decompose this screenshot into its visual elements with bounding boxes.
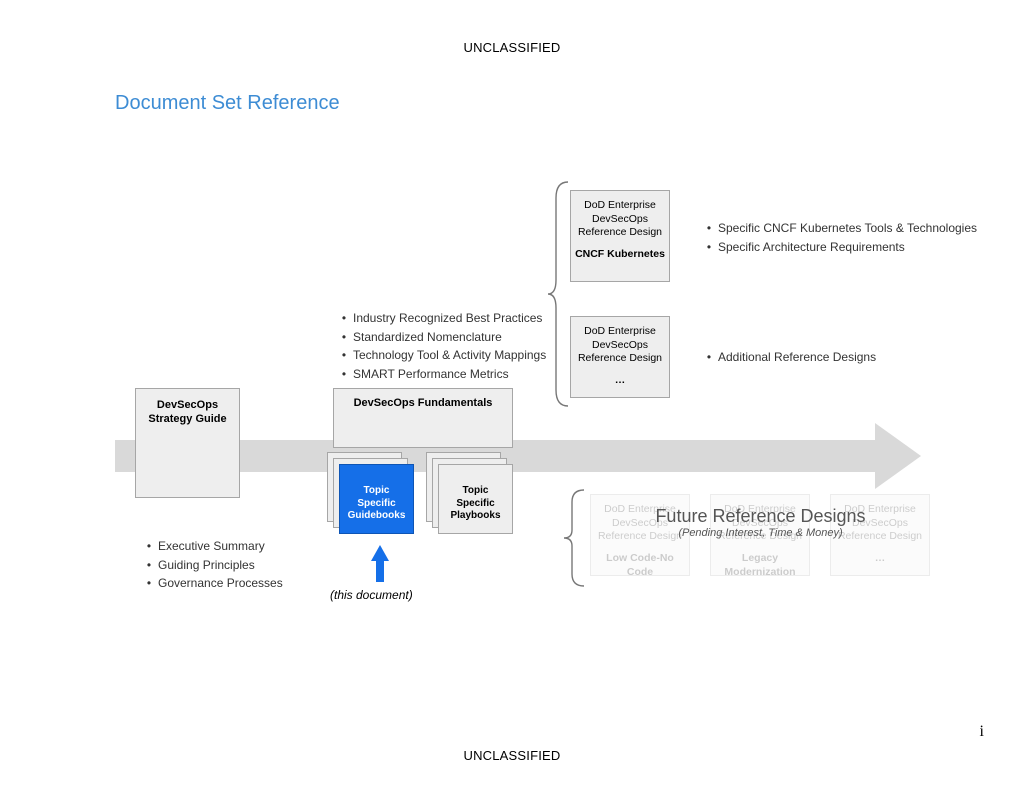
bullet-icon [700, 238, 718, 257]
card-guidebooks: Topic Specific Guidebooks [339, 464, 414, 534]
card-refdesign-additional-header: DoD Enterprise DevSecOps Reference Desig… [575, 325, 665, 366]
this-document-arrow-stem [376, 560, 384, 582]
card-future-2-strong: Legacy Modernization [715, 552, 805, 579]
page-title: Document Set Reference [115, 92, 340, 115]
list-item: Specific Architecture Requirements [700, 238, 977, 257]
this-document-label: (this document) [330, 588, 413, 602]
card-refdesign-cncf: DoD Enterprise DevSecOps Reference Desig… [570, 190, 670, 282]
list-item: SMART Performance Metrics [335, 365, 546, 384]
card-playbooks-title: Topic Specific Playbooks [443, 471, 508, 523]
bullets-additional: Additional Reference Designs [700, 348, 876, 367]
bullet-icon [700, 348, 718, 367]
card-fundamentals-title: DevSecOps Fundamentals [338, 397, 508, 411]
bullet-icon [140, 556, 158, 575]
card-fundamentals: DevSecOps Fundamentals [333, 388, 513, 448]
bullet-icon [140, 537, 158, 556]
this-document-arrow-icon [371, 545, 389, 561]
list-item: Specific CNCF Kubernetes Tools & Technol… [700, 219, 977, 238]
card-refdesign-additional: DoD Enterprise DevSecOps Reference Desig… [570, 316, 670, 398]
list-item: Governance Processes [140, 574, 283, 593]
card-refdesign-cncf-header: DoD Enterprise DevSecOps Reference Desig… [575, 199, 665, 240]
page-number: i [980, 723, 984, 741]
card-playbooks: Topic Specific Playbooks [438, 464, 513, 534]
card-refdesign-additional-strong: … [575, 374, 665, 388]
bullets-strategy: Executive Summary Guiding Principles Gov… [140, 537, 283, 593]
bullets-cncf: Specific CNCF Kubernetes Tools & Technol… [700, 219, 977, 256]
bullet-icon [335, 328, 353, 347]
card-refdesign-cncf-strong: CNCF Kubernetes [575, 248, 665, 262]
flow-arrow-head-icon [875, 423, 921, 489]
future-overlay: Future Reference Designs (Pending Intere… [588, 506, 933, 539]
list-item: Technology Tool & Activity Mappings [335, 346, 546, 365]
list-item: Guiding Principles [140, 556, 283, 575]
list-item: Additional Reference Designs [700, 348, 876, 367]
card-strategy-guide: DevSecOps Strategy Guide [135, 388, 240, 498]
classification-top: UNCLASSIFIED [0, 40, 1024, 55]
bracket-top-icon [548, 180, 570, 408]
bullets-fundamentals: Industry Recognized Best Practices Stand… [335, 309, 546, 383]
card-strategy-guide-title: DevSecOps Strategy Guide [140, 399, 235, 427]
card-guidebooks-title: Topic Specific Guidebooks [344, 471, 409, 523]
bracket-bottom-icon [564, 488, 586, 588]
classification-bottom: UNCLASSIFIED [0, 748, 1024, 763]
list-item: Standardized Nomenclature [335, 328, 546, 347]
bullet-icon [335, 365, 353, 384]
future-title: Future Reference Designs [588, 506, 933, 527]
future-subtitle: (Pending Interest, Time & Money) [588, 527, 933, 539]
list-item: Industry Recognized Best Practices [335, 309, 546, 328]
bullet-icon [335, 346, 353, 365]
list-item: Executive Summary [140, 537, 283, 556]
bullet-icon [700, 219, 718, 238]
card-future-3-strong: … [835, 552, 925, 566]
bullet-icon [140, 574, 158, 593]
bullet-icon [335, 309, 353, 328]
card-future-1-strong: Low Code-No Code [595, 552, 685, 579]
